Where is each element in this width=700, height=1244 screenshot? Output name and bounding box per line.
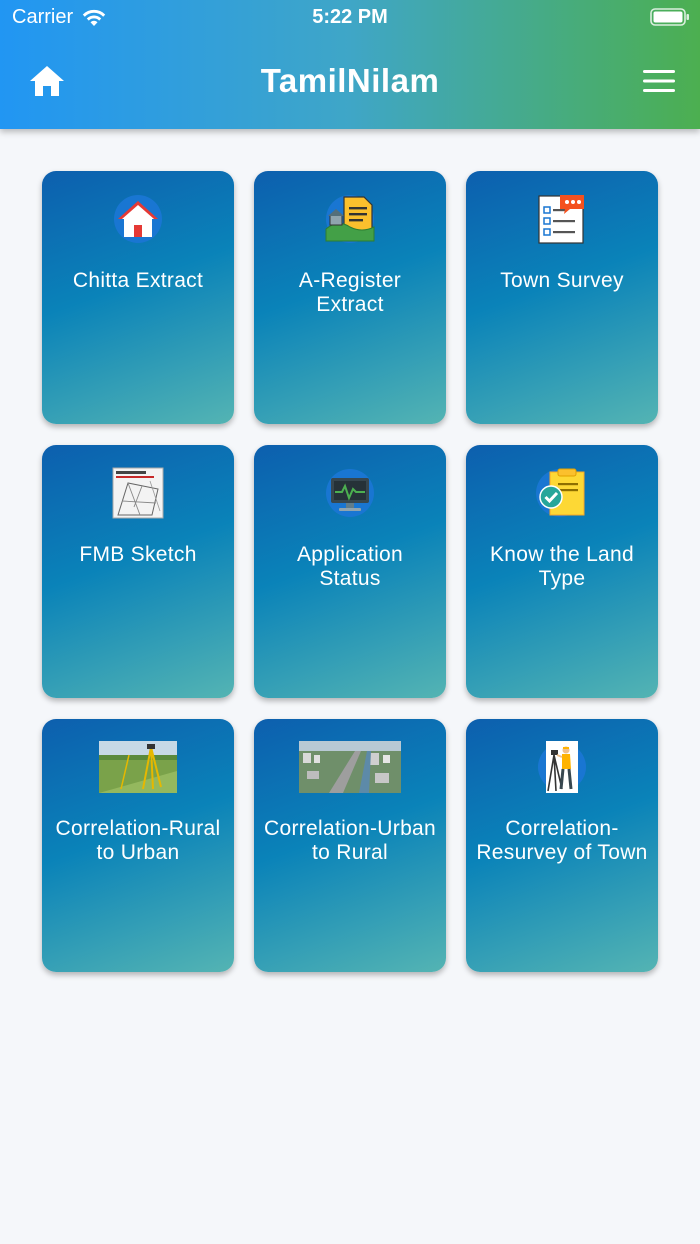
tile-town-survey[interactable]: Town Survey (466, 171, 658, 424)
land-document-icon (325, 195, 375, 243)
tile-know-the-land-type[interactable]: Know the Land Type (466, 445, 658, 698)
tile-a-register-extract[interactable]: A-Register Extract (254, 171, 446, 424)
tile-correlation-rural-to-urban[interactable]: Correlation-Rural to Urban (42, 719, 234, 972)
tile-chitta-extract[interactable]: Chitta Extract (42, 171, 234, 424)
surveyor-icon (538, 741, 586, 793)
status-bar: Carrier 5:22 PM (0, 0, 700, 36)
tile-label: A-Register Extract (298, 269, 402, 316)
tile-correlation-urban-to-rural[interactable]: Correlation-Urban to Rural (254, 719, 446, 972)
tile-correlation-resurvey-of-town[interactable]: Correlation-Resurvey of Town (466, 719, 658, 972)
monitor-status-icon (326, 469, 374, 517)
sketch-map-icon (112, 467, 164, 519)
tile-label: Know the Land Type (489, 543, 634, 590)
survey-checklist-icon (538, 195, 584, 244)
tile-label: Application Status (296, 543, 404, 590)
tile-label: Correlation-Urban to Rural (264, 817, 437, 864)
app-header: Carrier 5:22 PM TamilNilam (0, 0, 700, 129)
tile-label: Town Survey (500, 269, 624, 292)
house-icon (114, 195, 162, 243)
clipboard-check-icon (536, 468, 585, 517)
tile-label: Correlation-Resurvey of Town (476, 817, 648, 864)
tile-application-status[interactable]: Application Status (254, 445, 446, 698)
tile-fmb-sketch[interactable]: FMB Sketch (42, 445, 234, 698)
battery-icon (650, 8, 689, 26)
clock: 5:22 PM (312, 6, 388, 28)
tile-label: FMB Sketch (79, 543, 197, 566)
city-aerial-photo-icon (299, 741, 401, 793)
hamburger-menu-icon[interactable] (643, 69, 675, 93)
tile-label: Correlation-Rural to Urban (55, 817, 221, 864)
tile-label: Chitta Extract (72, 269, 204, 292)
field-survey-photo-icon (99, 741, 177, 793)
app-title: TamilNilam (260, 62, 440, 99)
